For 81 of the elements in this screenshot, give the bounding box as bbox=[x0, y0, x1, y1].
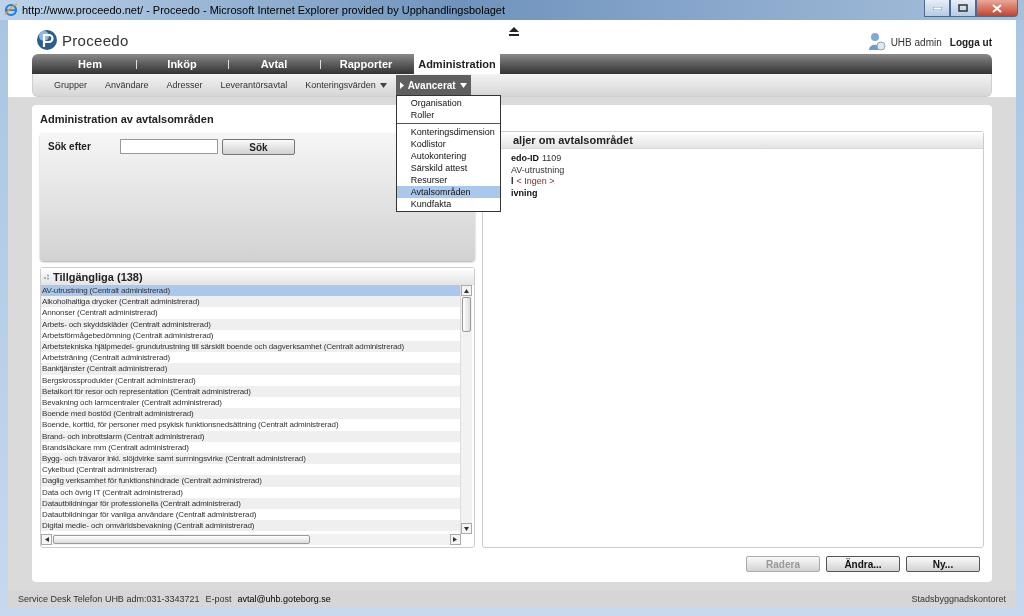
list-item[interactable]: Arbets- och skyddskläder (Centralt administrerad) bbox=[41, 318, 460, 330]
action-button[interactable]: Ny... bbox=[906, 556, 980, 572]
list-item[interactable]: Datautbildningar för professionella (Centralt administrerad) bbox=[41, 497, 460, 510]
logout-link[interactable]: Logga ut bbox=[949, 36, 992, 48]
list-item[interactable]: Boende med bostöd (Centralt administrerad) bbox=[41, 408, 460, 420]
menu-item[interactable]: Avtalsområden bbox=[396, 186, 500, 198]
nav-tab[interactable]: Rapporter bbox=[320, 54, 412, 74]
nav-tab[interactable]: Avtal bbox=[228, 54, 320, 74]
search-button[interactable]: Sök bbox=[222, 139, 295, 155]
list-item[interactable]: Bygg- och trävaror inkl. slöjdvirke samt surrningsvirke (Centralt administrerad) bbox=[41, 453, 460, 465]
detail-field: ivning bbox=[511, 187, 983, 199]
list-title: Tillgängliga (138) bbox=[53, 270, 143, 283]
arrow-icon bbox=[464, 526, 469, 531]
detail-field: l < Ingen > bbox=[511, 176, 983, 188]
list-item[interactable]: Bergskrossprodukter (Centralt administrerad) bbox=[41, 374, 460, 386]
list-item[interactable]: Betalkort för resor och representation (Centralt administrerad) bbox=[41, 385, 460, 398]
user-icon bbox=[866, 32, 887, 52]
close-button[interactable] bbox=[976, 0, 1018, 17]
arrow-icon bbox=[44, 537, 49, 542]
pointer-icon bbox=[399, 81, 404, 89]
menu-item[interactable]: Resurser bbox=[396, 174, 500, 186]
email-label: E-post bbox=[205, 594, 232, 604]
subnav-item[interactable]: Adresser bbox=[157, 75, 212, 95]
nav-tab[interactable]: Inköp bbox=[136, 54, 228, 74]
menu-item[interactable]: Kundfakta bbox=[396, 198, 500, 210]
menu-item[interactable]: Kodlistor bbox=[396, 138, 500, 150]
search-label: Sök efter bbox=[48, 140, 92, 152]
list-item[interactable]: Arbetstekniska hjälpmedel- grundutrustning till särskilt boende och dagverksamhet (Centralt administrerad) bbox=[41, 341, 460, 353]
list-item[interactable]: Arbetsträning (Centralt administrerad) bbox=[41, 352, 460, 364]
vertical-scrollbar[interactable] bbox=[460, 285, 472, 534]
detail-field: AV-utrustning bbox=[511, 164, 983, 176]
list-item[interactable]: Brand- och inbrottslarm (Centralt administrerad) bbox=[41, 430, 460, 442]
horizontal-scrollbar[interactable] bbox=[41, 534, 461, 545]
detail-field: edo-ID 1109 bbox=[511, 153, 983, 165]
list-item[interactable]: Alkoholhaltiga drycker (Centralt administrerad) bbox=[41, 296, 460, 308]
organization-text: Stadsbyggnadskontoret bbox=[911, 594, 1006, 604]
close-icon bbox=[992, 3, 1002, 13]
list-item[interactable]: Banktjänster (Centralt administrerad) bbox=[41, 363, 460, 375]
list-item[interactable]: Boende, korttid, för personer med psykisk funktionsnedsättning (Centralt administrerad) bbox=[41, 419, 460, 431]
user-name: UHB admin bbox=[890, 36, 942, 48]
grip-icon bbox=[44, 273, 50, 280]
menu-item[interactable]: Autokontering bbox=[396, 150, 500, 162]
subnav-item[interactable]: Leverantörsavtal bbox=[211, 75, 297, 95]
logo-icon bbox=[36, 29, 58, 51]
minimize-icon bbox=[932, 6, 942, 10]
nav-tab[interactable]: Hem bbox=[44, 54, 136, 74]
minimize-button[interactable] bbox=[924, 0, 950, 17]
menu-item[interactable]: Konteringsdimension bbox=[396, 126, 500, 138]
nav-tab[interactable]: Administration bbox=[414, 54, 500, 74]
subnav-item[interactable]: Grupper bbox=[45, 75, 97, 95]
list-item[interactable]: Data och övrig IT (Centralt administrerad) bbox=[41, 486, 460, 498]
arrow-icon bbox=[453, 537, 458, 542]
scroll-thumb[interactable] bbox=[462, 297, 471, 332]
logo-text: Proceedo bbox=[62, 31, 129, 49]
list-item[interactable]: Brandsläckare mm (Centralt administrerad) bbox=[41, 441, 460, 454]
list-item[interactable]: Arbetsförmågebedömning (Centralt administrerad) bbox=[41, 329, 460, 341]
action-button[interactable]: Ändra... bbox=[826, 556, 900, 572]
list-item[interactable]: Cykelbud (Centralt administrerad) bbox=[41, 464, 460, 476]
page-title: Administration av avtalsområden bbox=[40, 113, 214, 127]
list-item[interactable]: Datautbildningar för vanliga användare (Centralt administrerad) bbox=[41, 509, 460, 521]
scroll-thumb[interactable] bbox=[53, 535, 310, 544]
list-item[interactable]: Daglig verksamhet för funktionshindrade (Centralt administrerad) bbox=[41, 475, 460, 487]
window-title: http://www.proceedo.net/ - Proceedo - Microsoft Internet Explorer provided by Upphandlingsbolaget bbox=[22, 4, 507, 16]
eject-icon[interactable] bbox=[508, 26, 520, 36]
subnav-item[interactable]: Användare bbox=[96, 75, 158, 95]
maximize-button[interactable] bbox=[950, 0, 976, 17]
list-item[interactable]: Annonser (Centralt administrerad) bbox=[41, 307, 460, 319]
list-item[interactable]: AV-utrustning (Centralt administrerad) bbox=[41, 285, 460, 297]
email-link[interactable]: avtal@uhb.goteborg.se bbox=[237, 594, 331, 604]
menu-item[interactable]: Roller bbox=[396, 109, 500, 121]
list-item[interactable]: Digital medie- och omvärldsbevakning (Centralt administrerad) bbox=[41, 520, 460, 532]
browser-icon bbox=[4, 3, 18, 17]
list-item[interactable]: Bevakning och larmcentraler (Centralt administrerad) bbox=[41, 397, 460, 409]
status-text: Service Desk Telefon UHB adm:031-3343721 bbox=[18, 594, 200, 604]
details-title: aljer om avtalsområdet bbox=[513, 134, 633, 146]
menu-item[interactable]: Särskild attest bbox=[396, 162, 500, 174]
subnav-item[interactable]: Konteringsvärden bbox=[296, 75, 396, 95]
menu-item[interactable]: Organisation bbox=[396, 97, 500, 109]
maximize-icon bbox=[958, 4, 968, 12]
search-field[interactable] bbox=[120, 139, 218, 154]
arrow-icon bbox=[464, 288, 469, 293]
